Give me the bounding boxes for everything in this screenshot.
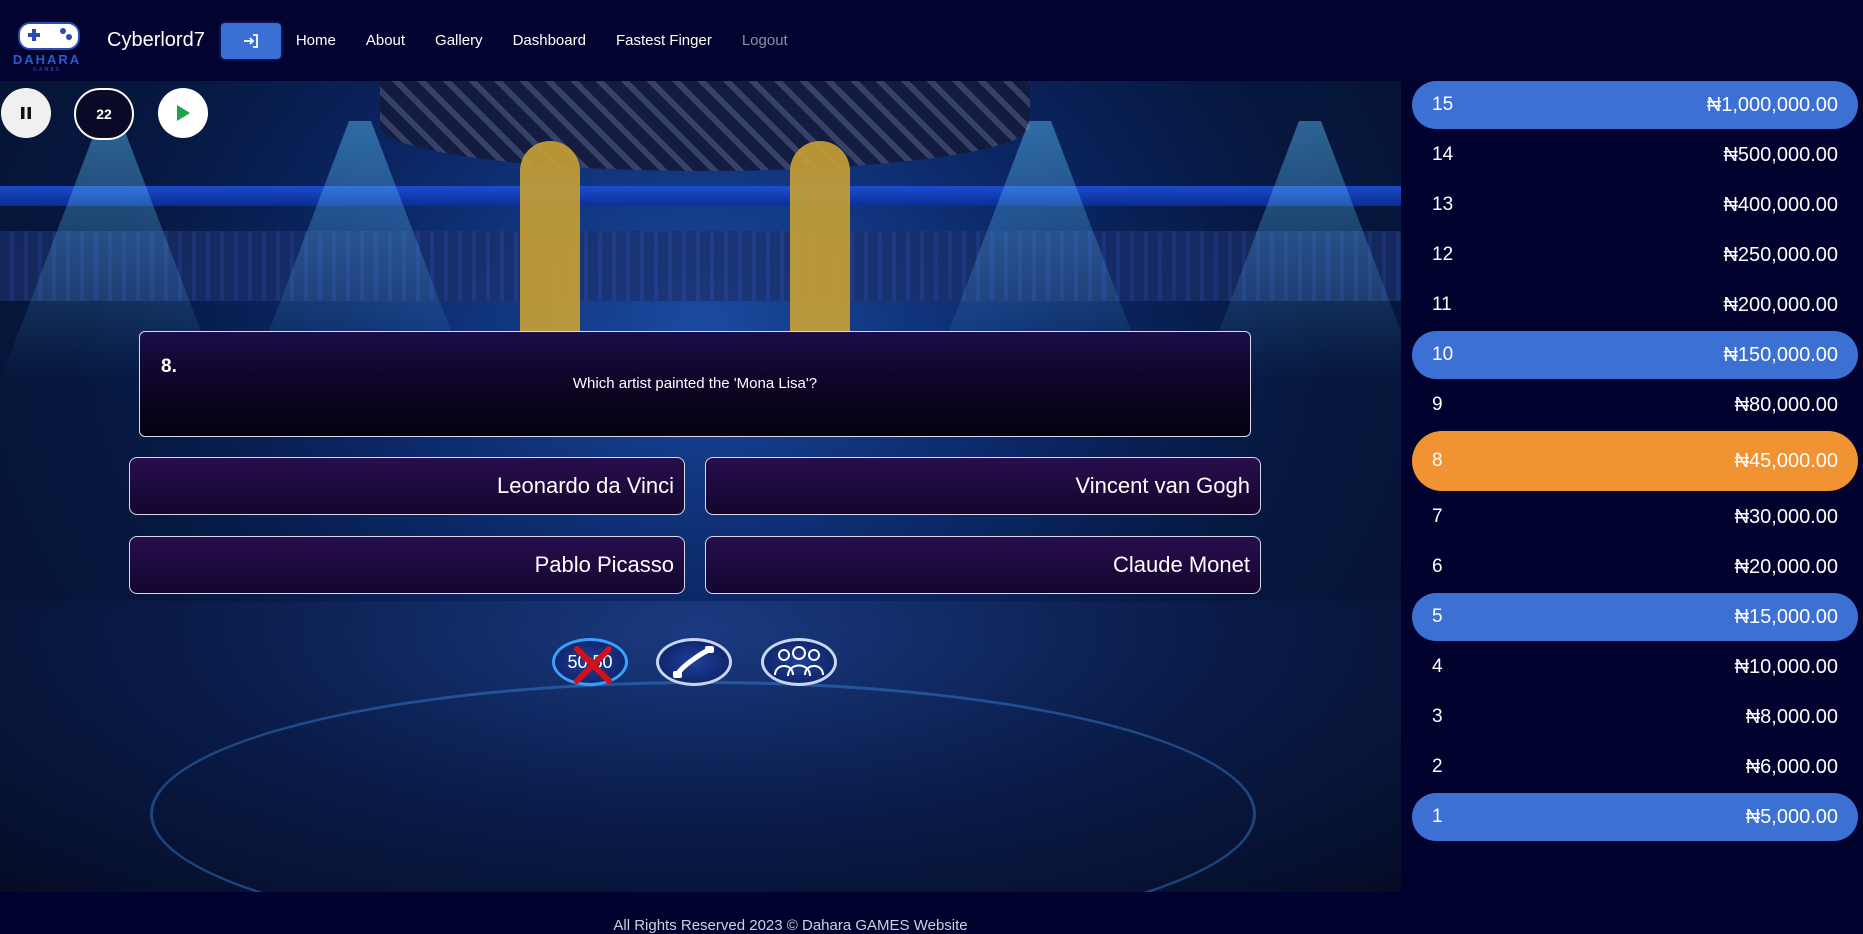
prize-amount: ₦150,000.00 [1723, 343, 1838, 366]
prize-level-number: 10 [1432, 344, 1454, 365]
prize-level-number: 14 [1432, 144, 1454, 165]
fifty-fifty-lifeline[interactable]: 50:50 [552, 638, 628, 686]
prize-level-13: 13 ₦400,000.00 [1412, 181, 1858, 229]
prize-amount: ₦1,000,000.00 [1706, 93, 1838, 116]
prize-level-6: 6 ₦20,000.00 [1412, 543, 1858, 591]
stage-light-band [0, 186, 1401, 206]
footer-copyright: All Rights Reserved 2023 © Dahara GAMES … [613, 917, 968, 934]
prize-level-number: 7 [1432, 506, 1443, 527]
prize-level-8-current: 8 ₦45,000.00 [1412, 431, 1858, 491]
prize-level-number: 8 [1432, 450, 1443, 471]
prize-ladder: 15 ₦1,000,000.00 14 ₦500,000.00 13 ₦400,… [1402, 81, 1863, 892]
question-text: Which artist painted the 'Mona Lisa'? [572, 375, 818, 392]
question-box: 8. Which artist painted the 'Mona Lisa'? [139, 331, 1251, 437]
nav-links: Home About Gallery Dashboard Fastest Fin… [296, 32, 818, 49]
answer-option-b[interactable]: Vincent van Gogh [705, 457, 1261, 515]
pause-icon [21, 107, 31, 119]
prize-level-14: 14 ₦500,000.00 [1412, 131, 1858, 179]
prize-level-number: 15 [1432, 94, 1454, 115]
prize-level-5: 5 ₦15,000.00 [1412, 593, 1858, 641]
username: Cyberlord7 [107, 29, 205, 51]
prize-amount: ₦250,000.00 [1723, 243, 1838, 266]
play-button[interactable] [158, 88, 208, 138]
nav-dashboard[interactable]: Dashboard [513, 32, 586, 49]
prize-level-number: 4 [1432, 656, 1443, 677]
prize-level-number: 5 [1432, 606, 1443, 627]
prize-amount: ₦45,000.00 [1734, 449, 1838, 472]
logo-subtext: GAMES [33, 66, 61, 73]
prize-level-3: 3 ₦8,000.00 [1412, 693, 1858, 741]
lighting-truss [380, 81, 1030, 171]
gamepad-button [60, 27, 66, 34]
gamepad-button [66, 33, 72, 40]
login-arrow-icon [243, 33, 258, 48]
prize-amount: ₦15,000.00 [1734, 605, 1838, 628]
countdown-timer: 22 [74, 88, 134, 140]
prize-level-number: 13 [1432, 194, 1454, 215]
dahara-logo[interactable]: DAHARA GAMES [10, 8, 84, 74]
prize-level-number: 12 [1432, 244, 1454, 265]
prize-amount: ₦400,000.00 [1723, 193, 1838, 216]
nav-about[interactable]: About [366, 32, 405, 49]
prize-amount: ₦8,000.00 [1745, 705, 1838, 728]
prize-amount: ₦6,000.00 [1745, 755, 1838, 778]
prize-level-number: 6 [1432, 556, 1443, 577]
prize-amount: ₦5,000.00 [1745, 805, 1838, 828]
navbar: DAHARA GAMES Cyberlord7 Home About Galle… [0, 0, 1863, 81]
prize-level-number: 2 [1432, 756, 1443, 777]
nav-logout[interactable]: Logout [742, 32, 788, 49]
login-button[interactable] [220, 22, 281, 59]
used-x-icon [574, 646, 612, 684]
audience-icon [774, 646, 824, 677]
prize-level-15: 15 ₦1,000,000.00 [1412, 81, 1858, 129]
prize-level-1: 1 ₦5,000.00 [1412, 793, 1858, 841]
prize-level-7: 7 ₦30,000.00 [1412, 493, 1858, 541]
prize-level-number: 9 [1432, 394, 1443, 415]
brand[interactable]: DAHARA GAMES Cyberlord7 [10, 8, 205, 74]
answer-option-a[interactable]: Leonardo da Vinci [129, 457, 685, 515]
prize-level-number: 1 [1432, 806, 1443, 827]
prize-level-number: 11 [1432, 294, 1452, 315]
phone-a-friend-lifeline[interactable] [656, 638, 732, 686]
phone-icon [673, 646, 714, 678]
prize-amount: ₦20,000.00 [1734, 555, 1838, 578]
prize-level-number: 3 [1432, 706, 1443, 727]
nav-home[interactable]: Home [296, 32, 336, 49]
prize-level-10: 10 ₦150,000.00 [1412, 331, 1858, 379]
stage-railing [0, 231, 1401, 301]
answer-option-c[interactable]: Pablo Picasso [129, 536, 685, 594]
logo-text: DAHARA [12, 51, 82, 67]
prize-level-2: 2 ₦6,000.00 [1412, 743, 1858, 791]
pause-button[interactable] [1, 88, 51, 138]
footer: All Rights Reserved 2023 © Dahara GAMES … [0, 917, 1863, 934]
prize-level-12: 12 ₦250,000.00 [1412, 231, 1858, 279]
prize-level-4: 4 ₦10,000.00 [1412, 643, 1858, 691]
play-icon [177, 105, 190, 121]
prize-amount: ₦200,000.00 [1723, 293, 1838, 316]
prize-amount: ₦30,000.00 [1734, 505, 1838, 528]
nav-fastest-finger[interactable]: Fastest Finger [616, 32, 712, 49]
prize-level-11: 11 ₦200,000.00 [1412, 281, 1858, 329]
answer-option-d[interactable]: Claude Monet [705, 536, 1261, 594]
prize-amount: ₦10,000.00 [1734, 655, 1838, 678]
prize-level-9: 9 ₦80,000.00 [1412, 381, 1858, 429]
ask-the-audience-lifeline[interactable] [761, 638, 837, 686]
prize-amount: ₦500,000.00 [1723, 143, 1838, 166]
nav-gallery[interactable]: Gallery [435, 32, 483, 49]
prize-amount: ₦80,000.00 [1734, 393, 1838, 416]
